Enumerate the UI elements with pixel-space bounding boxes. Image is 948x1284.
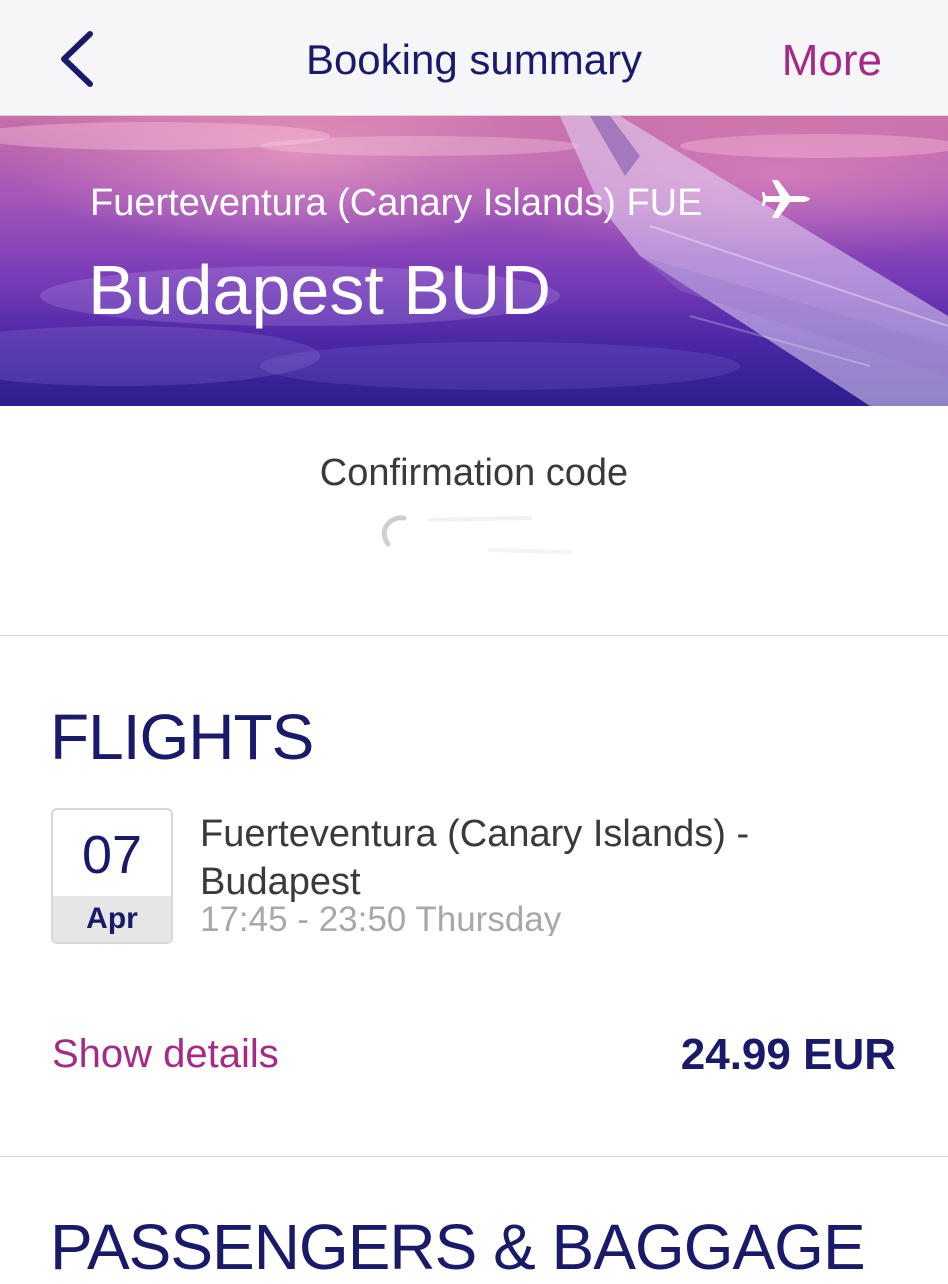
loading-spinner-icon <box>381 515 572 554</box>
confirmation-code-label: Confirmation code <box>319 452 629 494</box>
flight-date-badge: 07 Apr <box>51 808 173 944</box>
divider <box>0 1156 948 1157</box>
chevron-left-icon <box>61 31 93 87</box>
flight-month: Apr <box>86 902 138 935</box>
month-bar: Apr <box>53 896 171 942</box>
show-details-link[interactable]: Show details <box>52 1032 279 1077</box>
divider <box>0 635 948 636</box>
flight-time: 17:45 - 23:50 Thursday <box>200 900 562 936</box>
passengers-baggage-section-title: PASSENGERS & BAGGAGE <box>50 1211 866 1283</box>
back-button[interactable] <box>52 26 112 92</box>
destination-airport: Budapest BUD <box>88 251 552 329</box>
navigation-bar: Booking summary More <box>0 0 948 116</box>
route-banner: Fuerteventura (Canary Islands) FUE Budap… <box>0 116 948 406</box>
airplane-icon <box>762 180 810 218</box>
origin-airport: Fuerteventura (Canary Islands) FUE <box>90 182 703 224</box>
flight-price: 24.99 EUR <box>680 1030 896 1079</box>
flight-route: Fuerteventura (Canary Islands) - Budapes… <box>200 813 750 903</box>
more-button[interactable]: More <box>782 36 882 86</box>
flight-day: 07 <box>81 825 143 885</box>
flights-section-title: FLIGHTS <box>50 701 314 773</box>
